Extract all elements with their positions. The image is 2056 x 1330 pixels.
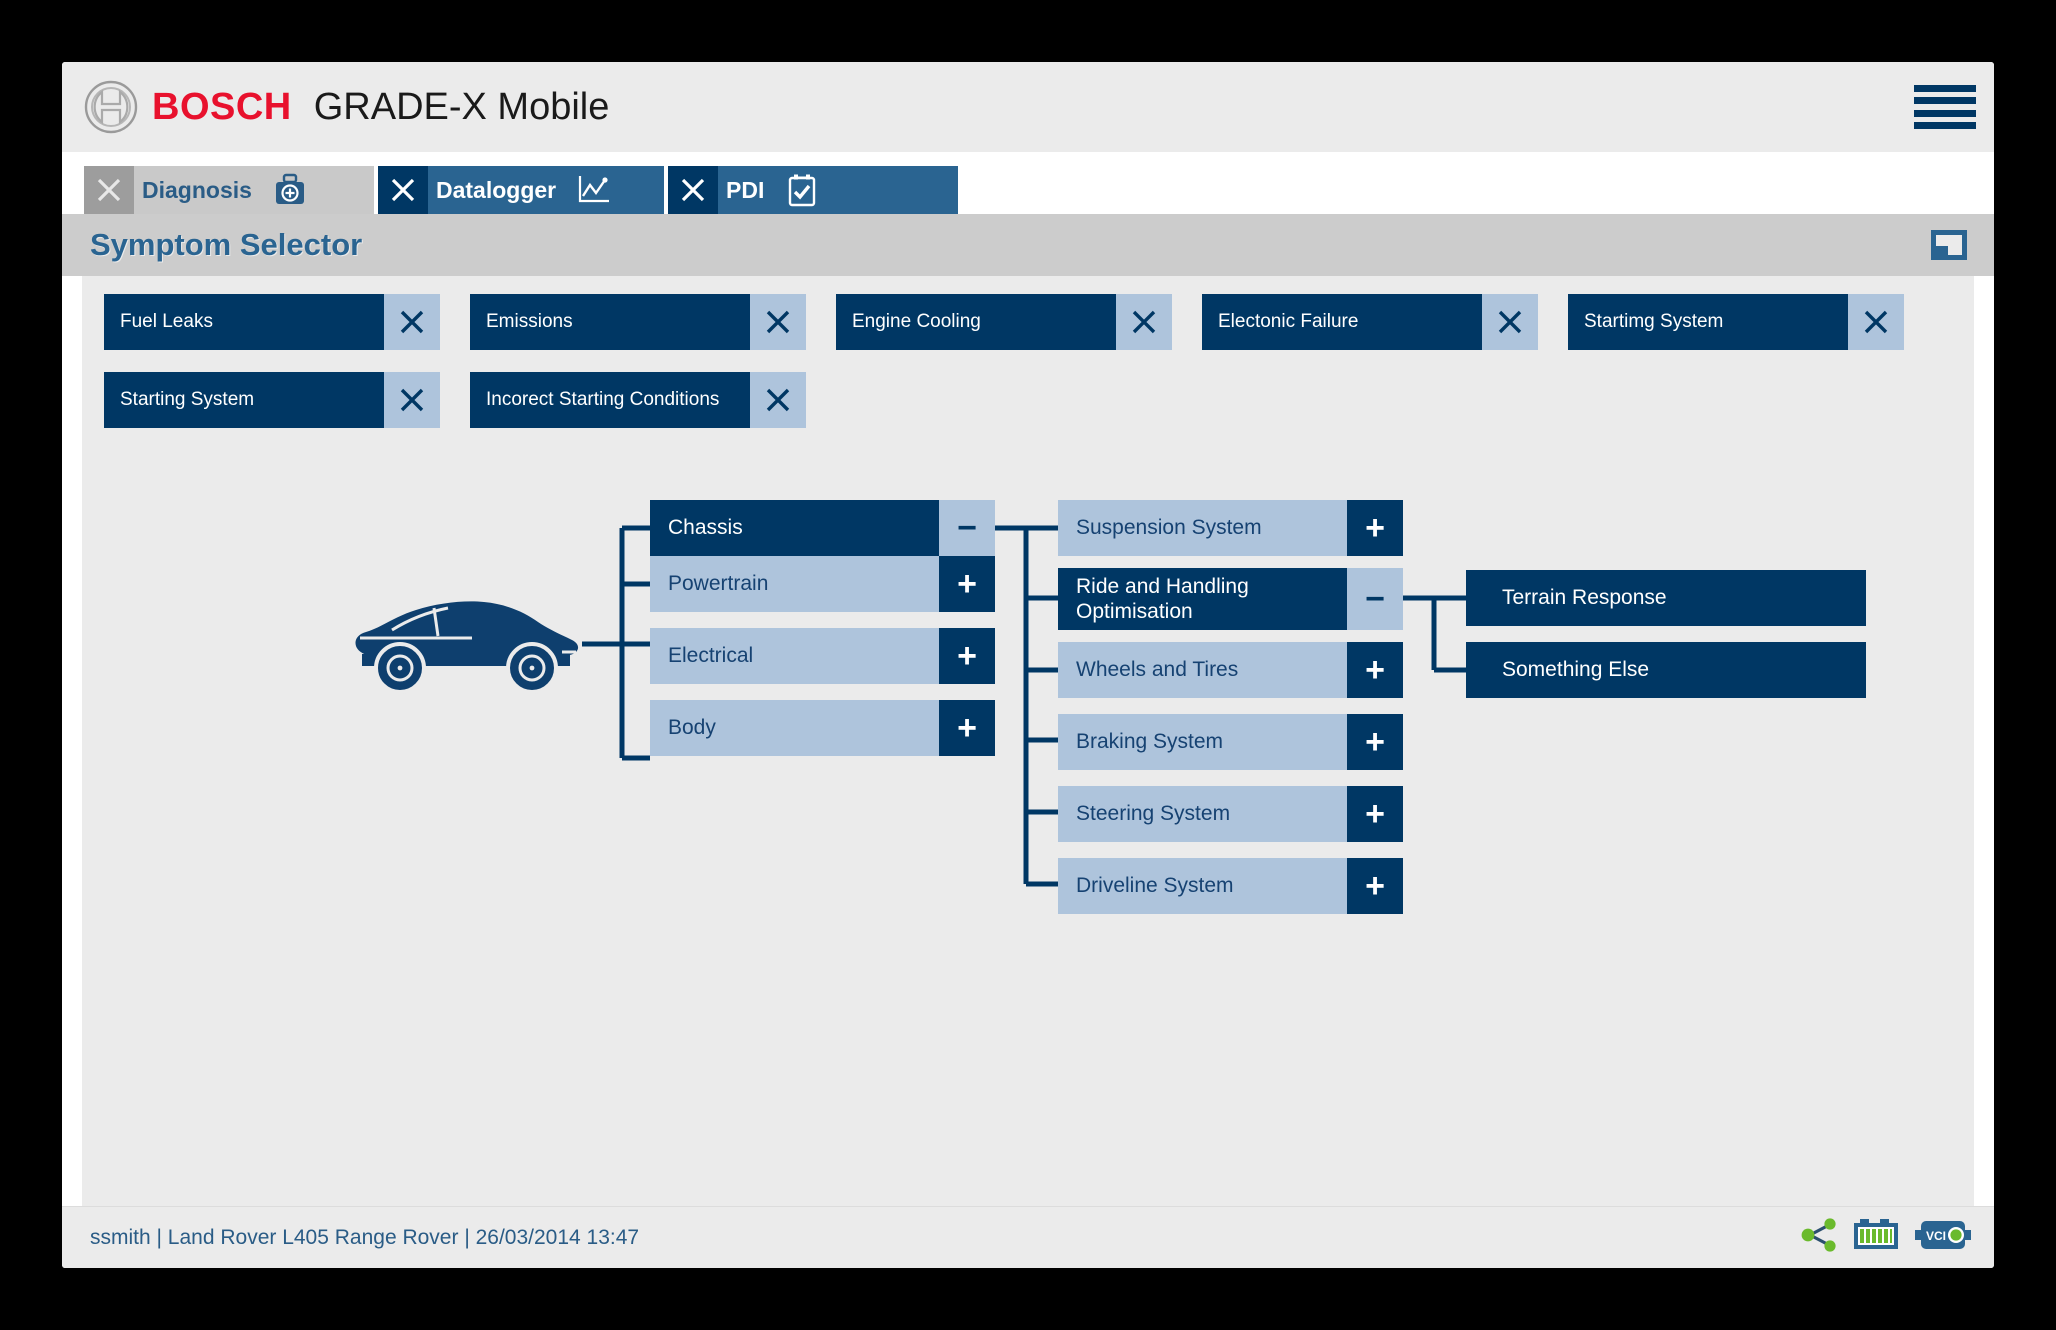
status-icon-group: VCI xyxy=(1800,1218,1972,1257)
tab-close-icon-diagnosis[interactable] xyxy=(84,166,134,214)
tree-node-expand-button[interactable]: + xyxy=(939,628,995,684)
tree-node-expand-button[interactable]: + xyxy=(1347,786,1403,842)
chip-remove-icon[interactable] xyxy=(384,372,440,428)
status-text: ssmith | Land Rover L405 Range Rover | 2… xyxy=(90,1225,640,1249)
tree-node-collapse-button[interactable]: − xyxy=(1347,568,1403,630)
tab-label-diagnosis: Diagnosis xyxy=(142,176,252,203)
medical-kit-icon xyxy=(268,166,320,214)
symptom-chip-list: Fuel Leaks Emissions Engine Cooling Elec… xyxy=(82,276,1974,450)
tree-node-ride-and-handling-optimisation[interactable]: Ride and Handling Optimisation − xyxy=(1058,568,1403,630)
tree-node-label: Driveline System xyxy=(1058,858,1347,914)
tab-close-icon-pdi[interactable] xyxy=(668,166,718,214)
app-title: GRADE-X Mobile xyxy=(313,86,610,128)
symptom-tree: Chassis − Powertrain + Electrical + Body… xyxy=(82,484,1974,1044)
tree-node-label: Powertrain xyxy=(650,556,939,612)
symptom-chip[interactable]: Fuel Leaks xyxy=(104,294,440,350)
bosch-logo-icon xyxy=(84,80,138,134)
tree-node-label: Suspension System xyxy=(1058,500,1347,556)
tree-node-label: Electrical xyxy=(650,628,939,684)
chip-label: Emissions xyxy=(470,294,750,350)
tree-node-label: Chassis xyxy=(650,500,939,556)
symptom-chip[interactable]: Startimg System xyxy=(1568,294,1904,350)
vci-label: VCI xyxy=(1926,1229,1946,1243)
symptom-chip[interactable]: Electonic Failure xyxy=(1202,294,1538,350)
tree-node-label: Terrain Response xyxy=(1466,570,1866,626)
brand-header: BOSCH GRADE-X Mobile xyxy=(62,62,1994,152)
share-network-icon[interactable] xyxy=(1800,1218,1838,1257)
tree-node-label: Braking System xyxy=(1058,714,1347,770)
chip-remove-icon[interactable] xyxy=(750,372,806,428)
tab-label-datalogger: Datalogger xyxy=(436,176,557,203)
tree-node-label: Steering System xyxy=(1058,786,1347,842)
section-header: Symptom Selector xyxy=(62,214,1994,276)
chip-label: Electonic Failure xyxy=(1202,294,1482,350)
chip-label: Starting System xyxy=(104,372,384,428)
tree-node-expand-button[interactable]: + xyxy=(1347,500,1403,556)
tree-node-something-else[interactable]: Something Else xyxy=(1466,642,1866,698)
line-chart-icon xyxy=(572,166,624,214)
tab-diagnosis[interactable]: Diagnosis xyxy=(84,166,374,214)
tree-node-braking-system[interactable]: Braking System + xyxy=(1058,714,1403,770)
symptom-chip[interactable]: Starting System xyxy=(104,372,440,428)
tree-node-expand-button[interactable]: + xyxy=(1347,858,1403,914)
tree-node-steering-system[interactable]: Steering System + xyxy=(1058,786,1403,842)
tree-node-electrical[interactable]: Electrical + xyxy=(650,628,995,684)
tree-node-expand-button[interactable]: + xyxy=(939,556,995,612)
symptom-chip[interactable]: Emissions xyxy=(470,294,806,350)
tree-node-wheels-and-tires[interactable]: Wheels and Tires + xyxy=(1058,642,1403,698)
expand-window-icon[interactable] xyxy=(1930,224,1972,266)
tree-node-suspension-system[interactable]: Suspension System + xyxy=(1058,500,1403,556)
tree-node-expand-button[interactable]: + xyxy=(1347,642,1403,698)
tree-node-expand-button[interactable]: + xyxy=(939,700,995,756)
chip-label: Startimg System xyxy=(1568,294,1848,350)
tree-node-label: Body xyxy=(650,700,939,756)
tab-close-icon-datalogger[interactable] xyxy=(378,166,428,214)
car-side-icon xyxy=(352,594,582,699)
tree-connector-lines xyxy=(582,525,1466,887)
status-bar: ssmith | Land Rover L405 Range Rover | 2… xyxy=(62,1206,1994,1268)
tree-node-body[interactable]: Body + xyxy=(650,700,995,756)
symptom-chip[interactable]: Engine Cooling xyxy=(836,294,1172,350)
clipboard-check-icon xyxy=(780,166,832,214)
app-window: BOSCH GRADE-X Mobile Diagnosis Datalogge… xyxy=(62,62,1994,1268)
tree-node-driveline-system[interactable]: Driveline System + xyxy=(1058,858,1403,914)
tab-label-pdi: PDI xyxy=(726,176,765,203)
tree-node-label: Ride and Handling Optimisation xyxy=(1058,568,1347,630)
chip-remove-icon[interactable] xyxy=(750,294,806,350)
chip-label: Engine Cooling xyxy=(836,294,1116,350)
work-area: Fuel Leaks Emissions Engine Cooling Elec… xyxy=(82,276,1974,1206)
chip-label: Incorect Starting Conditions xyxy=(470,372,750,428)
page-title: Symptom Selector xyxy=(90,227,363,262)
chip-remove-icon[interactable] xyxy=(384,294,440,350)
hamburger-menu-icon[interactable] xyxy=(1914,85,1976,129)
symptom-chip[interactable]: Incorect Starting Conditions xyxy=(470,372,806,428)
vci-connector-icon[interactable]: VCI xyxy=(1914,1218,1972,1257)
tab-pdi[interactable]: PDI xyxy=(668,166,958,214)
battery-full-icon[interactable] xyxy=(1852,1218,1900,1257)
tree-node-label: Something Else xyxy=(1466,642,1866,698)
tree-node-collapse-button[interactable]: − xyxy=(939,500,995,556)
tree-node-chassis[interactable]: Chassis − xyxy=(650,500,995,556)
chip-remove-icon[interactable] xyxy=(1116,294,1172,350)
bosch-wordmark: BOSCH xyxy=(152,86,292,128)
chip-remove-icon[interactable] xyxy=(1482,294,1538,350)
chip-remove-icon[interactable] xyxy=(1848,294,1904,350)
tree-node-label: Wheels and Tires xyxy=(1058,642,1347,698)
tree-node-expand-button[interactable]: + xyxy=(1347,714,1403,770)
tree-node-powertrain[interactable]: Powertrain + xyxy=(650,556,995,612)
tab-bar: Diagnosis Datalogger PDI xyxy=(62,152,1994,214)
tree-node-terrain-response[interactable]: Terrain Response xyxy=(1466,570,1866,626)
tab-datalogger[interactable]: Datalogger xyxy=(378,166,664,214)
chip-label: Fuel Leaks xyxy=(104,294,384,350)
